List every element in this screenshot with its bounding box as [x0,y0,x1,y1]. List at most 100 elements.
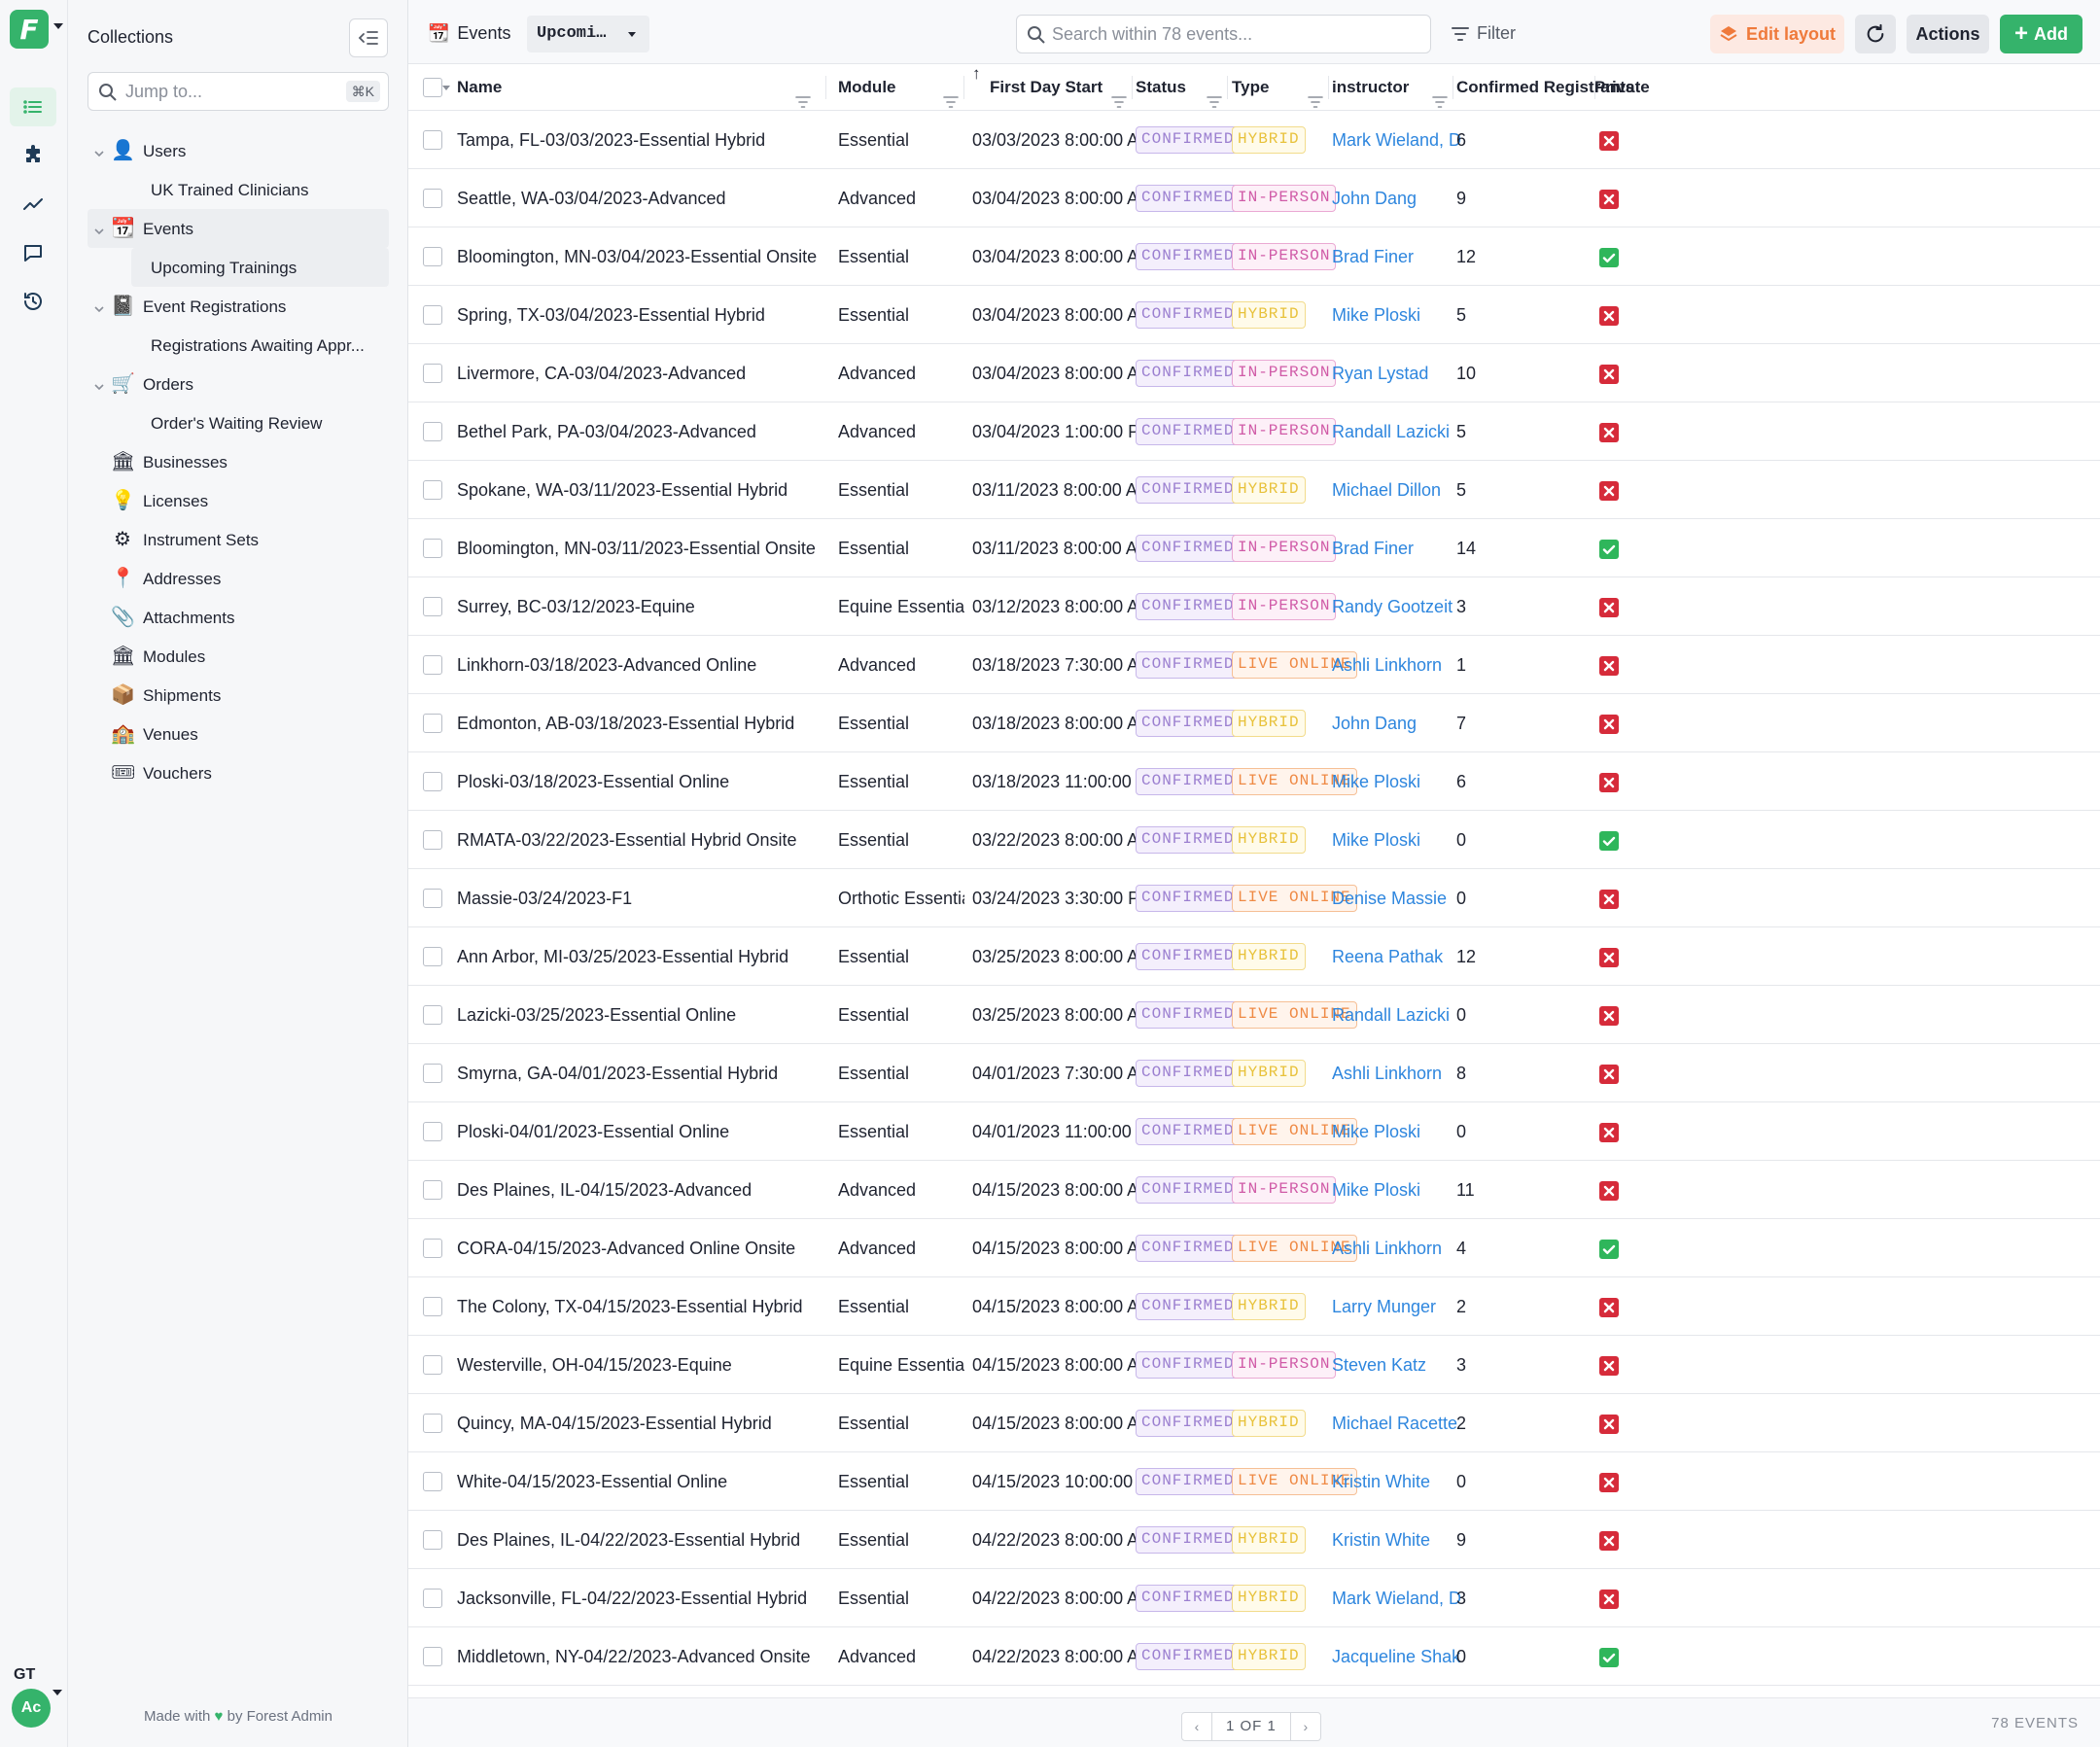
row-checkbox[interactable] [423,1122,442,1141]
workspace-avatar[interactable]: Ac [12,1689,51,1728]
first-day-start-cell[interactable]: 03/18/2023 11:00:00 AM [972,752,1138,811]
column-header-type[interactable]: Type [1232,64,1269,111]
row-checkbox[interactable] [423,539,442,558]
refresh-button[interactable] [1855,15,1896,53]
first-day-start-cell[interactable]: 03/04/2023 1:00:00 PM [972,402,1138,461]
module-cell[interactable]: Advanced [838,344,964,402]
first-day-start-cell[interactable]: 04/15/2023 8:00:00 AM [972,1394,1138,1452]
module-cell[interactable]: Essential [838,1511,964,1569]
column-filter-icon[interactable] [1111,81,1127,108]
instructor-link[interactable]: Michael Racette [1332,1394,1461,1452]
first-day-start-cell[interactable]: 04/15/2023 8:00:00 AM [972,1277,1138,1336]
event-name-cell[interactable]: The Colony, TX-04/15/2023-Essential Hybr… [457,1277,826,1336]
event-name-cell[interactable]: Des Plaines, IL-04/15/2023-Advanced [457,1161,826,1219]
confirmed-registrants-cell[interactable]: 11 [1456,1161,1592,1219]
sidebar-item-uk-trained-clinicians[interactable]: UK Trained Clinicians [88,170,389,209]
chat-icon[interactable] [10,233,56,272]
first-day-start-cell[interactable]: 04/01/2023 11:00:00 AM [972,1102,1138,1161]
first-day-start-cell[interactable]: 04/15/2023 10:00:00 AM [972,1452,1138,1511]
column-filter-icon[interactable] [1207,81,1222,108]
history-icon[interactable] [10,282,56,321]
column-resize-handle[interactable] [1132,76,1133,99]
column-header-first-day-start[interactable]: First Day Start [990,64,1102,111]
event-name-cell[interactable]: RMATA-03/22/2023-Essential Hybrid Onsite [457,811,826,869]
event-name-cell[interactable]: Edmonton, AB-03/18/2023-Essential Hybrid [457,694,826,752]
confirmed-registrants-cell[interactable]: 3 [1456,577,1592,636]
sidebar-item-businesses[interactable]: 🏛 Businesses [88,442,389,481]
instructor-link[interactable]: Mike Ploski [1332,1161,1461,1219]
row-checkbox[interactable] [423,1530,442,1550]
module-cell[interactable]: Essential [838,1044,964,1102]
row-checkbox[interactable] [423,1589,442,1608]
event-name-cell[interactable]: Massie-03/24/2023-F1 [457,869,826,927]
instructor-link[interactable]: Brad Finer [1332,519,1461,577]
row-checkbox[interactable] [423,189,442,208]
instructor-link[interactable]: Mike Ploski [1332,1102,1461,1161]
segment-select[interactable]: Upcomi… [527,16,649,52]
row-checkbox[interactable] [423,1297,442,1316]
event-name-cell[interactable]: White-04/15/2023-Essential Online [457,1452,826,1511]
table-row[interactable]: Spokane, WA-03/11/2023-Essential Hybrid E… [408,461,2100,519]
table-row[interactable]: White-04/15/2023-Essential Online Essenti… [408,1452,2100,1511]
table-row[interactable]: The Colony, TX-04/15/2023-Essential Hybr… [408,1277,2100,1336]
row-checkbox[interactable] [423,1180,442,1200]
instructor-link[interactable]: Ryan Lystad [1332,344,1461,402]
instructor-link[interactable]: Mike Ploski [1332,286,1461,344]
module-cell[interactable]: Advanced [838,169,964,227]
first-day-start-cell[interactable]: 04/01/2023 7:30:00 AM [972,1044,1138,1102]
module-cell[interactable]: Essential [838,519,964,577]
module-cell[interactable]: Essential [838,1102,964,1161]
instructor-link[interactable]: Ashli Linkhorn [1332,1219,1461,1277]
module-cell[interactable]: Orthotic Essential [838,869,964,927]
row-checkbox[interactable] [423,830,442,850]
event-name-cell[interactable]: Ploski-04/01/2023-Essential Online [457,1102,826,1161]
module-cell[interactable]: Essential [838,227,964,286]
event-name-cell[interactable]: Surrey, BC-03/12/2023-Equine [457,577,826,636]
column-resize-handle[interactable] [1452,76,1453,99]
module-cell[interactable]: Essential [838,694,964,752]
confirmed-registrants-cell[interactable]: 0 [1456,986,1592,1044]
event-name-cell[interactable]: Lazicki-03/25/2023-Essential Online [457,986,826,1044]
row-checkbox[interactable] [423,889,442,908]
first-day-start-cell[interactable]: 03/22/2023 8:00:00 AM [972,811,1138,869]
module-cell[interactable]: Essential [838,1452,964,1511]
table-row[interactable]: Ploski-03/18/2023-Essential Online Essent… [408,752,2100,811]
column-resize-handle[interactable] [1594,76,1595,99]
instructor-link[interactable]: Ashli Linkhorn [1332,636,1461,694]
first-day-start-cell[interactable]: 03/25/2023 8:00:00 AM [972,986,1138,1044]
module-cell[interactable]: Equine Essential [838,577,964,636]
module-cell[interactable]: Essential [838,111,964,169]
column-filter-icon[interactable] [1432,81,1448,108]
sidebar-item-event-registrations[interactable]: 📓 Event Registrations [88,287,389,326]
table-row[interactable]: Jacksonville, FL-04/22/2023-Essential Hy… [408,1569,2100,1627]
row-checkbox[interactable] [423,364,442,383]
table-row[interactable]: Bloomington, MN-03/04/2023-Essential Ons… [408,227,2100,286]
first-day-start-cell[interactable]: 04/15/2023 8:00:00 AM [972,1219,1138,1277]
instructor-link[interactable]: Ashli Linkhorn [1332,1044,1461,1102]
sidebar-item-orders[interactable]: 🛒 Orders [88,365,389,403]
instructor-link[interactable]: Randall Lazicki [1332,986,1461,1044]
event-name-cell[interactable]: Seattle, WA-03/04/2023-Advanced [457,169,826,227]
row-checkbox[interactable] [423,1064,442,1083]
analytics-icon[interactable] [10,185,56,224]
row-checkbox[interactable] [423,1355,442,1375]
row-checkbox[interactable] [423,305,442,325]
first-day-start-cell[interactable]: 03/04/2023 8:00:00 AM [972,169,1138,227]
column-filter-icon[interactable] [1308,81,1323,108]
column-header-name[interactable]: Name [457,64,502,111]
instructor-link[interactable]: Randy Gootzeit [1332,577,1461,636]
first-day-start-cell[interactable]: 03/25/2023 8:00:00 AM [972,927,1138,986]
module-cell[interactable]: Essential [838,461,964,519]
module-cell[interactable]: Advanced [838,402,964,461]
first-day-start-cell[interactable]: 04/22/2023 8:00:00 AM [972,1569,1138,1627]
event-name-cell[interactable]: Ploski-03/18/2023-Essential Online [457,752,826,811]
confirmed-registrants-cell[interactable]: 0 [1456,869,1592,927]
event-name-cell[interactable]: Smyrna, GA-04/01/2023-Essential Hybrid [457,1044,826,1102]
list-icon[interactable] [10,87,56,126]
sidebar-item-users[interactable]: 👤 Users [88,131,389,170]
confirmed-registrants-cell[interactable]: 2 [1456,1394,1592,1452]
confirmed-registrants-cell[interactable]: 4 [1456,1219,1592,1277]
table-row[interactable]: Westerville, OH-04/15/2023-Equine Equine … [408,1336,2100,1394]
chevron-down-icon[interactable] [93,223,105,235]
row-checkbox[interactable] [423,422,442,441]
